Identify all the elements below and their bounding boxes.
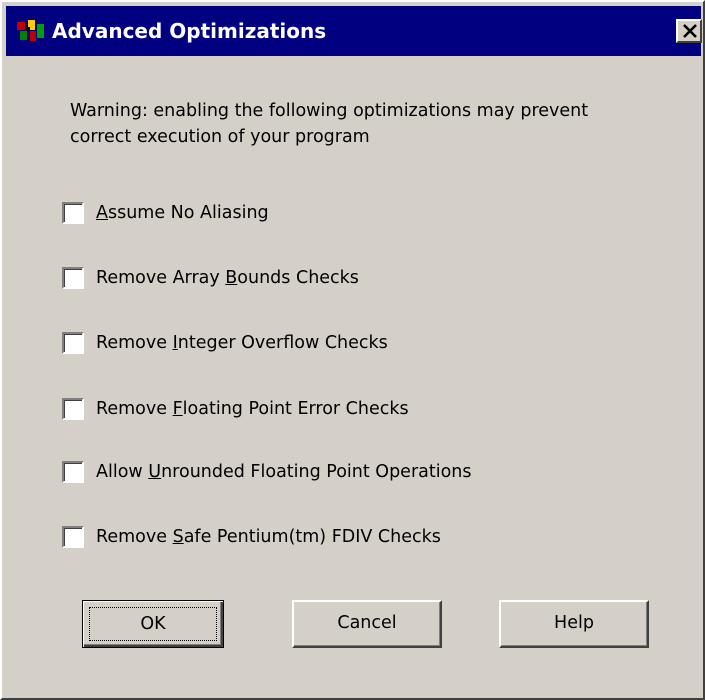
warning-text: Warning: enabling the following optimiza… [70,98,670,150]
warning-line-2: correct execution of your program [70,127,370,147]
checkbox-assume-no-aliasing[interactable] [62,202,84,224]
checkbox-allow-unrounded-floating-point-operations[interactable] [62,461,84,483]
cancel-button[interactable]: Cancel [292,600,442,648]
option-label: Remove Array Bounds Checks [96,268,359,288]
checkbox-remove-array-bounds-checks[interactable] [62,267,84,289]
option-label: Remove Integer Overflow Checks [96,333,388,353]
app-icon [17,20,44,41]
option-label: Allow Unrounded Floating Point Operation… [96,462,472,482]
checkbox-remove-integer-overflow-checks[interactable] [62,332,84,354]
help-button[interactable]: Help [499,600,649,648]
close-icon [683,24,697,38]
checkbox-remove-floating-point-error-checks[interactable] [62,398,84,420]
option-label: Remove Safe Pentium(tm) FDIV Checks [96,527,441,547]
checkbox-remove-safe-pentium-fdiv-checks[interactable] [62,526,84,548]
title-bar[interactable]: Advanced Optimizations [6,6,702,56]
warning-line-1: Warning: enabling the following optimiza… [70,101,589,121]
ok-button[interactable]: OK [82,600,224,648]
window-title: Advanced Optimizations [52,19,327,43]
ok-button-label: OK [89,607,217,641]
option-label: Assume No Aliasing [96,203,269,223]
option-label: Remove Floating Point Error Checks [96,399,409,419]
advanced-optimizations-dialog: Advanced Optimizations Warning: enabling… [0,0,705,700]
close-button[interactable] [676,19,702,43]
